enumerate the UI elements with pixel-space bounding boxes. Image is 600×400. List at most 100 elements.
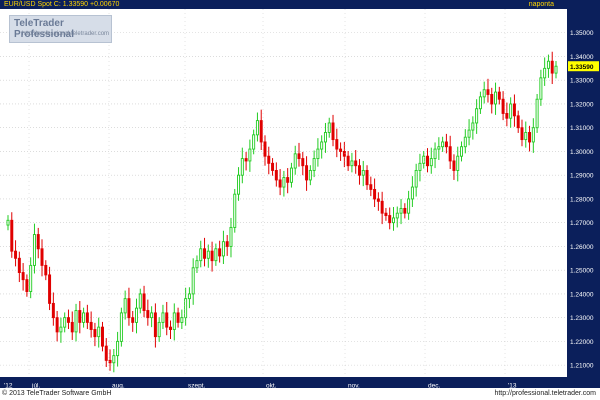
candle-body — [339, 148, 343, 152]
candle-body — [10, 219, 14, 252]
candle-body — [142, 293, 146, 311]
candle-body — [14, 250, 18, 259]
candle-body — [550, 60, 554, 74]
chart-header: EUR/USD Spot C: 1.33590 +0.00670 naponta — [0, 0, 600, 9]
candle-body — [301, 158, 305, 167]
candle-body — [429, 158, 433, 167]
time-axis: '12 júl. aug. szept. okt. nov. dec. '13 — [0, 377, 600, 390]
candle-body — [433, 148, 437, 160]
candle-body — [244, 158, 248, 162]
chart-window: EUR/USD Spot C: 1.33590 +0.00670 naponta… — [0, 0, 600, 400]
candle-body — [63, 317, 67, 328]
candle-body — [482, 89, 486, 98]
candle-body — [399, 207, 403, 214]
candle-body — [535, 98, 539, 129]
candle-body — [407, 198, 411, 214]
plot-area[interactable] — [0, 9, 567, 377]
candle-body — [93, 329, 97, 338]
candle-body — [210, 250, 214, 262]
logo-url: http://professional.teletrader.com — [22, 31, 110, 37]
y-tick-label: 1.23000 — [570, 315, 594, 322]
y-tick-label: 1.30000 — [570, 149, 594, 156]
candle-body — [108, 359, 112, 364]
candle-body — [89, 321, 93, 330]
candle-body — [486, 89, 490, 95]
y-tick-label: 1.27000 — [570, 220, 594, 227]
candle-body — [418, 162, 422, 171]
candle-body — [395, 212, 399, 219]
candle-body — [44, 264, 48, 276]
candle-body — [131, 317, 135, 323]
candle-body — [467, 129, 471, 138]
candle-body — [112, 355, 116, 364]
candle-body — [233, 193, 237, 228]
candle-body — [289, 167, 293, 183]
candle-body — [478, 96, 482, 110]
candle-body — [361, 169, 365, 176]
candle-body — [214, 248, 218, 262]
candle-body — [161, 312, 165, 323]
candle-body — [221, 241, 225, 257]
candle-body — [376, 198, 380, 202]
candle-body — [426, 155, 429, 167]
candle-body — [240, 158, 244, 176]
candle-body — [357, 165, 361, 176]
candle-body — [531, 127, 535, 143]
candle-body — [422, 155, 426, 164]
candle-body — [384, 212, 388, 217]
candle-body — [119, 312, 123, 342]
y-tick-label: 1.29000 — [570, 173, 594, 180]
candle-body — [40, 248, 44, 266]
candle-body — [312, 158, 316, 171]
candle-body — [331, 122, 335, 141]
candle-body — [516, 115, 520, 129]
candle-body — [100, 326, 104, 347]
y-tick-label: 1.33000 — [570, 78, 594, 85]
timeframe-label[interactable]: naponta — [529, 0, 554, 9]
candle-body — [153, 312, 157, 338]
candle-body — [104, 345, 108, 361]
candle-body — [267, 155, 271, 164]
candle-body — [127, 298, 131, 319]
candle-body — [365, 169, 369, 186]
y-tick-label: 1.25000 — [570, 268, 594, 275]
candle-body — [36, 234, 40, 250]
candle-body — [308, 169, 312, 181]
candle-body — [248, 148, 252, 162]
candle-body — [195, 260, 199, 269]
y-tick-label: 1.21000 — [570, 363, 594, 370]
candle-body — [66, 317, 70, 323]
candle-body — [452, 160, 456, 171]
candle-body — [199, 248, 203, 262]
candle-body — [494, 91, 498, 105]
candle-body — [138, 293, 142, 309]
candle-body — [6, 219, 10, 226]
candle-body — [437, 146, 441, 150]
candle-body — [116, 340, 120, 357]
candle-body — [59, 326, 63, 333]
price-axis: 1.21000 1.22000 1.23000 1.24000 1.25000 1.260… — [567, 9, 600, 377]
candle-body — [505, 113, 509, 119]
y-tick-label: 1.31000 — [570, 125, 594, 132]
candle-body — [263, 141, 267, 157]
candle-body — [460, 146, 464, 157]
candle-body — [82, 312, 86, 323]
candle-body — [135, 307, 138, 323]
candle-body — [229, 226, 233, 247]
candle-body — [490, 94, 494, 105]
candle-body — [539, 77, 543, 100]
candle-body — [509, 103, 513, 119]
candlestick-chart — [0, 9, 567, 377]
candle-body — [85, 312, 89, 323]
candle-body — [180, 317, 184, 323]
candle-body — [501, 98, 505, 114]
candle-body — [388, 215, 392, 224]
candle-body — [323, 132, 327, 143]
symbol-label: EUR/USD Spot C: 1.33590 +0.00670 — [4, 1, 120, 8]
candle-body — [520, 127, 524, 141]
footer: © 2013 TeleTrader Software GmbH http://p… — [0, 388, 600, 400]
candle-body — [546, 60, 550, 69]
candle-body — [448, 146, 452, 162]
price-axis-svg: 1.21000 1.22000 1.23000 1.24000 1.25000 1.260… — [568, 30, 599, 370]
footer-url[interactable]: http://professional.teletrader.com — [494, 388, 596, 400]
